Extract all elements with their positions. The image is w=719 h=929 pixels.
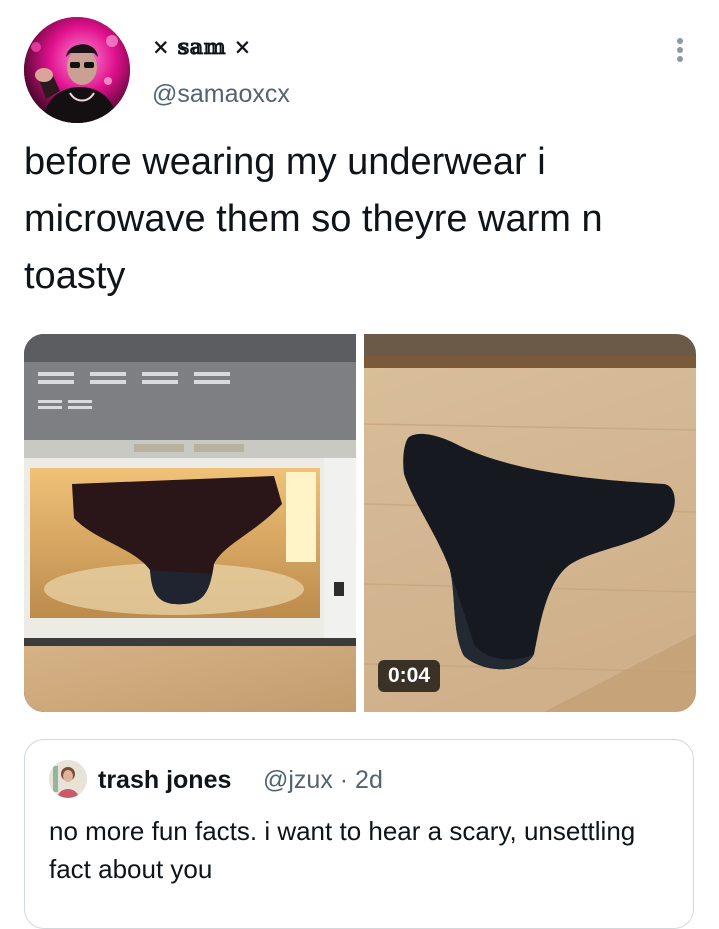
more-vertical-icon[interactable] [668, 32, 692, 68]
author-avatar[interactable] [24, 17, 130, 123]
quoted-tweet[interactable]: trash jones @jzux · 2d no more fun facts… [24, 739, 694, 929]
media-grid [24, 334, 696, 712]
avatar-image [24, 17, 130, 123]
author-display-name[interactable]: × 𝕤𝕒𝕞 × [152, 34, 252, 59]
quote-text: no more fun facts. i want to hear a scar… [49, 816, 636, 884]
tweet-text: before wearing my underwear i microwave … [24, 141, 603, 297]
quote-author-name[interactable]: trash jones [98, 766, 231, 795]
microwave-photo[interactable] [24, 334, 356, 712]
video-duration-badge: 0:04 [378, 660, 441, 692]
quote-author-meta: @jzux · 2d [263, 766, 383, 794]
floor-video[interactable] [363, 334, 696, 712]
tweet: × 𝕤𝕒𝕞 × @samaoxcx before wearing my unde… [0, 0, 719, 929]
quote-author-avatar[interactable] [49, 760, 87, 798]
author-handle[interactable]: @samaoxcx [152, 80, 290, 109]
